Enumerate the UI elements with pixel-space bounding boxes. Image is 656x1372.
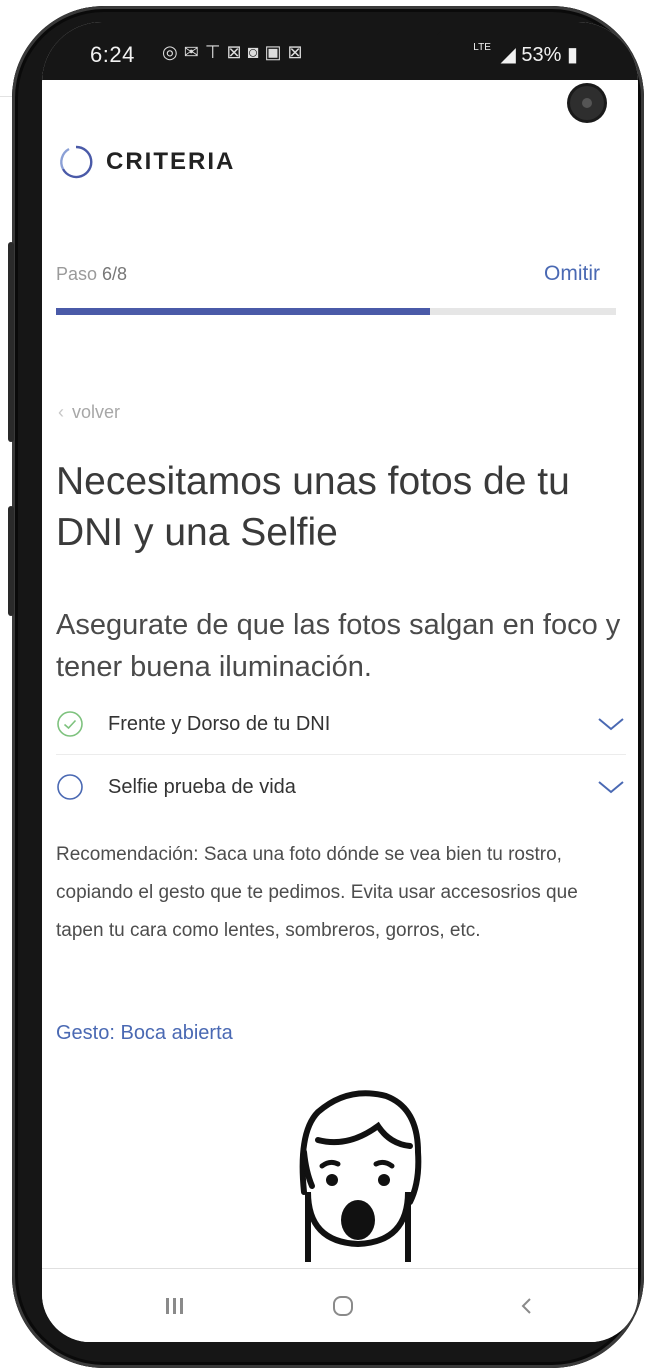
- check-circle-icon: [57, 711, 83, 737]
- volume-button: [8, 242, 14, 442]
- face-open-mouth-icon: [299, 1090, 422, 1262]
- status-right: LTE ◢ 53% ▮: [473, 42, 578, 67]
- brand-name: CRITERIA: [106, 148, 236, 175]
- gmail-icon: ⊠: [226, 42, 248, 62]
- notification-icons: ◎✉⊤⊠◙▣⊠: [162, 42, 309, 63]
- step-progress-fill: [56, 308, 430, 315]
- step-progress-bar: [56, 308, 616, 315]
- phone-frame: 6:24 ◎✉⊤⊠◙▣⊠ LTE ◢ 53% ▮ CRITERIA Paso 6…: [8, 6, 644, 1368]
- network-type: LTE: [473, 42, 491, 53]
- page-subtitle: Asegurate de que las fotos salgan en foc…: [56, 609, 621, 683]
- back-label: volver: [72, 402, 121, 422]
- system-nav-bar: [42, 1268, 638, 1342]
- brand-logo: CRITERIA: [58, 144, 235, 180]
- back-link[interactable]: ‹ volver: [58, 402, 120, 423]
- page-title: Necesitamos unas fotos de tu DNI y una S…: [56, 460, 570, 554]
- skip-button[interactable]: Omitir: [544, 262, 600, 286]
- bixby-button: [8, 506, 14, 616]
- chevron-left-icon: ‹: [58, 402, 64, 422]
- status-time: 6:24: [90, 42, 135, 67]
- recommendation-text: Recomendación: Saca una foto dónde se ve…: [56, 844, 578, 941]
- front-camera: [570, 86, 604, 120]
- back-button[interactable]: [512, 1291, 542, 1321]
- speaker-grille: [292, 22, 442, 36]
- mail-icon: ✉: [183, 42, 205, 62]
- home-button[interactable]: [328, 1291, 358, 1321]
- battery-icon: ▮: [566, 44, 578, 66]
- criteria-logo-icon: [60, 145, 93, 179]
- home-icon: [333, 1296, 353, 1316]
- gallery-icon: ▣: [264, 42, 288, 62]
- gesture-label: Gesto: Boca abierta: [56, 1022, 233, 1044]
- vpn-icon: ⊤: [204, 42, 227, 62]
- instagram-icon: ◙: [247, 42, 265, 62]
- step-indicator: Paso 6/8: [56, 264, 127, 285]
- empty-circle-icon: [57, 774, 83, 800]
- recent-apps-button[interactable]: [160, 1291, 190, 1321]
- phone-screen: 6:24 ◎✉⊤⊠◙▣⊠ LTE ◢ 53% ▮ CRITERIA Paso 6…: [42, 22, 638, 1342]
- battery-percent: 53%: [521, 44, 562, 66]
- checklist-item-dni[interactable]: Frente y Dorso de tu DNI: [56, 694, 626, 755]
- checklist-item-selfie[interactable]: Selfie prueba de vida: [56, 757, 626, 817]
- gmail-icon-2: ⊠: [287, 42, 309, 62]
- chevron-down-icon[interactable]: [596, 778, 626, 796]
- back-arrow-icon: [521, 1298, 531, 1314]
- whatsapp-icon: ◎: [162, 42, 184, 62]
- chevron-down-icon[interactable]: [596, 715, 626, 733]
- checklist-item-label: Frente y Dorso de tu DNI: [108, 712, 331, 735]
- checklist-item-label: Selfie prueba de vida: [108, 775, 296, 798]
- recent-apps-icon: [166, 1298, 183, 1314]
- step-value: 6/8: [102, 264, 128, 284]
- signal-icon: ◢: [500, 44, 516, 66]
- step-prefix: Paso: [56, 264, 103, 284]
